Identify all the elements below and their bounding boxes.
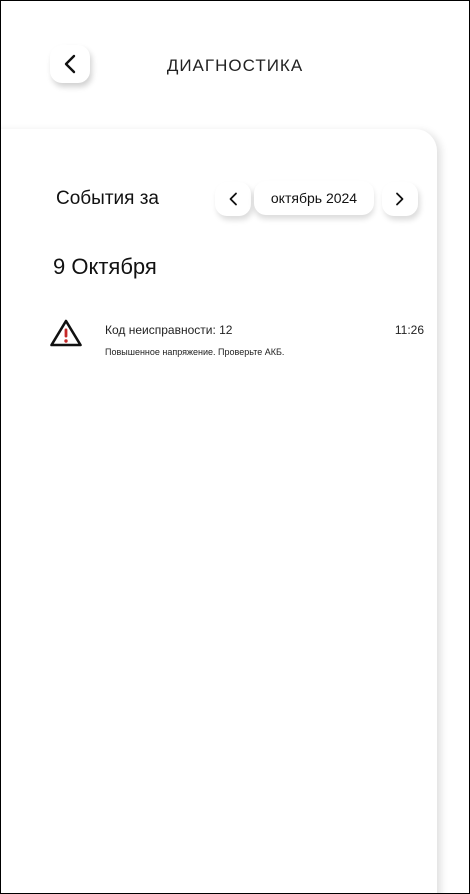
next-month-button[interactable] bbox=[382, 182, 418, 216]
event-title: Код неисправности: 12 bbox=[105, 323, 233, 337]
day-heading: 9 Октября bbox=[53, 254, 157, 279]
events-card bbox=[1, 129, 437, 893]
chevron-right-icon bbox=[396, 192, 404, 206]
chevron-left-icon bbox=[229, 192, 237, 206]
page-title: ДИАГНОСТИКА bbox=[166, 56, 304, 75]
events-period-label: События за bbox=[56, 188, 159, 209]
warning-icon bbox=[50, 319, 82, 347]
event-description: Повышенное напряжение. Проверьте АКБ. bbox=[105, 347, 285, 357]
previous-month-button[interactable] bbox=[215, 182, 251, 216]
app-screen: ДИАГНОСТИКА События за октябрь 2024 9 Ок… bbox=[0, 0, 470, 894]
event-item[interactable]: Код неисправности: 12 Повышенное напряже… bbox=[49, 318, 429, 368]
month-selector[interactable]: октябрь 2024 bbox=[254, 181, 374, 215]
event-time: 11:26 bbox=[394, 323, 424, 337]
